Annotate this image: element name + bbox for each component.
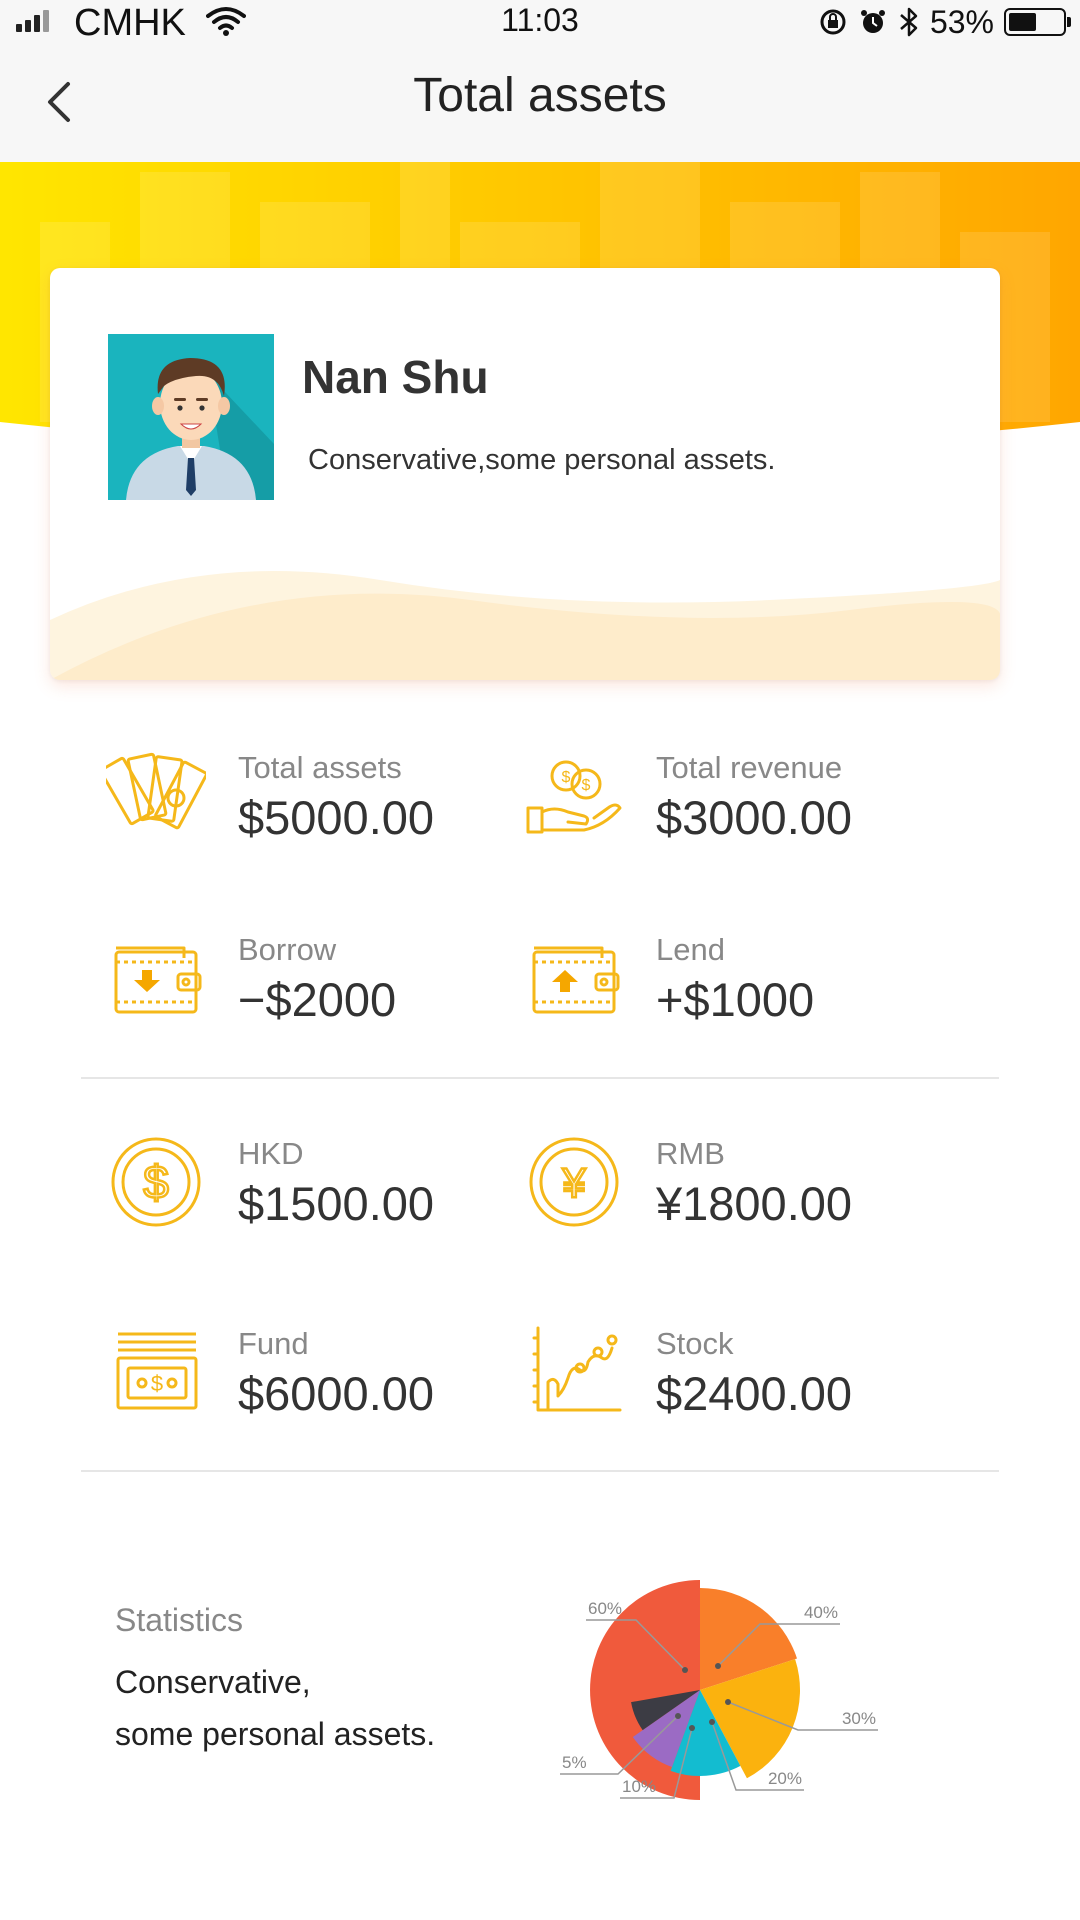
user-description: Conservative,some personal assets. bbox=[308, 444, 776, 476]
stat-label: Fund bbox=[238, 1326, 309, 1361]
cash-fan-icon bbox=[106, 752, 206, 830]
divider bbox=[81, 1470, 999, 1472]
stat-value: $1500.00 bbox=[238, 1177, 435, 1230]
pie-label-text: 30% bbox=[842, 1709, 876, 1728]
divider bbox=[81, 1077, 999, 1079]
stat-label: Lend bbox=[656, 932, 725, 967]
pie-label-text: 40% bbox=[804, 1603, 838, 1622]
stat-borrow[interactable]: Borrow −$2000 bbox=[106, 928, 526, 1038]
stat-stock[interactable]: Stock $2400.00 bbox=[524, 1322, 944, 1432]
pie-label-dot bbox=[689, 1725, 695, 1731]
nav-bar: Total assets bbox=[0, 44, 1080, 162]
page-title: Total assets bbox=[413, 69, 667, 122]
stat-value: $2400.00 bbox=[656, 1367, 853, 1420]
avatar bbox=[108, 334, 274, 500]
svg-text:$: $ bbox=[582, 777, 591, 794]
svg-text:$: $ bbox=[143, 1156, 169, 1208]
svg-text:$: $ bbox=[562, 769, 571, 786]
statistics-description: Conservative, some personal assets. bbox=[115, 1656, 515, 1760]
banknote-stack-icon: $ bbox=[116, 1332, 198, 1410]
pie-label-dot bbox=[682, 1667, 688, 1673]
status-bar: CMHK 11:03 53% bbox=[0, 0, 1080, 44]
pie-label-dot bbox=[725, 1699, 731, 1705]
stock-chart-icon bbox=[532, 1326, 622, 1412]
stat-value: $3000.00 bbox=[656, 791, 853, 844]
stat-label: Stock bbox=[656, 1326, 734, 1361]
statistics-line-2: some personal assets. bbox=[115, 1716, 436, 1752]
yuan-coin-icon: ¥ bbox=[529, 1137, 619, 1227]
statistics-title: Statistics bbox=[115, 1602, 244, 1638]
pie-label-text: 10% bbox=[622, 1777, 656, 1796]
battery-percent: 53% bbox=[929, 3, 994, 40]
alarm-icon bbox=[860, 10, 885, 33]
pie-label-dot bbox=[709, 1719, 715, 1725]
stat-label: Total assets bbox=[238, 750, 402, 785]
wallet-down-icon bbox=[114, 946, 202, 1014]
svg-text:$: $ bbox=[151, 1371, 163, 1396]
stat-label: Borrow bbox=[238, 932, 337, 967]
stat-label: RMB bbox=[656, 1136, 725, 1171]
stat-value: +$1000 bbox=[656, 973, 815, 1026]
pie-label-dot bbox=[675, 1713, 681, 1719]
stat-value: ¥1800.00 bbox=[656, 1177, 853, 1230]
stat-value: $6000.00 bbox=[238, 1367, 435, 1420]
card-wave-decoration bbox=[50, 571, 1000, 680]
asset-pie-chart[interactable]: 60% 40% 30% 20% 10% 5% bbox=[520, 1540, 940, 1820]
stat-fund[interactable]: $ Fund $6000.00 bbox=[106, 1322, 526, 1432]
dollar-coin-icon: $ bbox=[111, 1137, 201, 1227]
coins-hand-icon: $ $ bbox=[526, 760, 622, 834]
pie-label-dot bbox=[715, 1663, 721, 1669]
pie-label-text: 60% bbox=[588, 1599, 622, 1618]
wallet-up-icon bbox=[532, 946, 620, 1014]
svg-text:¥: ¥ bbox=[561, 1159, 586, 1206]
stat-total-revenue[interactable]: $ $ Total revenue $3000.00 bbox=[524, 746, 944, 856]
stat-total-assets[interactable]: Total assets $5000.00 bbox=[106, 746, 526, 856]
battery-icon bbox=[1004, 8, 1071, 36]
stat-value: $5000.00 bbox=[238, 791, 435, 844]
statistics-line-1: Conservative, bbox=[115, 1664, 311, 1700]
user-name: Nan Shu bbox=[302, 351, 489, 403]
stat-rmb[interactable]: ¥ RMB ¥1800.00 bbox=[524, 1132, 944, 1242]
stat-label: HKD bbox=[238, 1136, 304, 1171]
stat-hkd[interactable]: $ HKD $1500.00 bbox=[106, 1132, 526, 1242]
bluetooth-icon bbox=[900, 7, 918, 37]
profile-card[interactable]: Nan Shu Conservative,some personal asset… bbox=[50, 268, 1000, 680]
pie-label-text: 5% bbox=[562, 1753, 587, 1772]
stat-lend[interactable]: Lend +$1000 bbox=[524, 928, 944, 1038]
battery-fill bbox=[1009, 13, 1036, 31]
stat-value: −$2000 bbox=[238, 973, 397, 1026]
pie-label-text: 20% bbox=[768, 1769, 802, 1788]
rotation-lock-icon bbox=[820, 9, 846, 35]
stat-label: Total revenue bbox=[656, 750, 843, 785]
